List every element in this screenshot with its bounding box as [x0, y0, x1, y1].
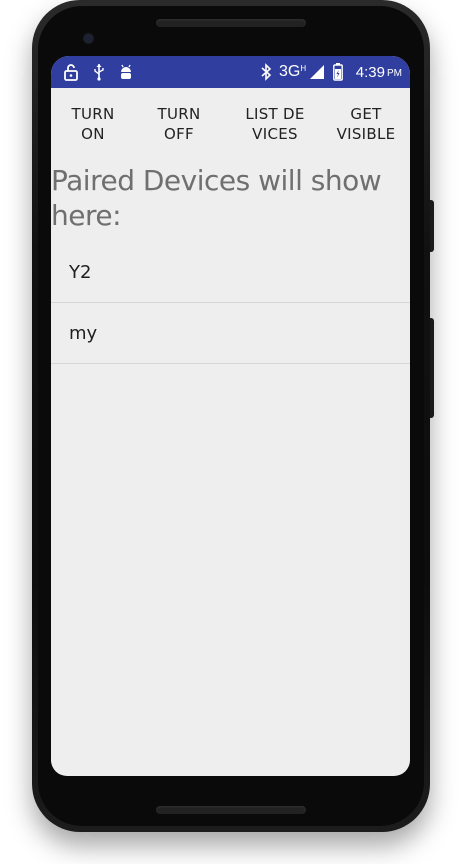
- status-bar: 3G H 4:39 PM: [51, 56, 410, 88]
- paired-devices-list: Y2 my: [51, 242, 410, 364]
- list-devices-button[interactable]: LIST DEVICES: [243, 104, 307, 144]
- clock-ampm: PM: [387, 68, 402, 79]
- get-visible-button[interactable]: GET VISIBLE: [331, 104, 401, 144]
- front-camera: [84, 34, 93, 43]
- volume-button[interactable]: [430, 318, 434, 418]
- android-debug-icon: [115, 56, 137, 88]
- bottom-speaker-grille: [156, 806, 306, 814]
- signal-icon: [309, 56, 325, 88]
- clock-time: 4:39: [355, 63, 385, 81]
- usb-icon: [89, 56, 109, 88]
- app-screen: 3G H 4:39 PM TURN ON TURN OFF LIST DEVICES…: [51, 56, 410, 776]
- action-button-row: TURN ON TURN OFF LIST DEVICES GET VISIBL…: [51, 92, 410, 164]
- network-type-indicator: 3G H: [279, 56, 306, 88]
- network-type-label: 3G: [279, 63, 301, 80]
- turn-off-button[interactable]: TURN OFF: [149, 104, 209, 144]
- list-item[interactable]: Y2: [51, 242, 410, 303]
- paired-devices-heading: Paired Devices will show here:: [51, 164, 382, 232]
- lock-open-icon: [61, 56, 81, 88]
- list-item[interactable]: my: [51, 303, 410, 364]
- battery-icon: [331, 56, 345, 88]
- turn-on-button[interactable]: TURN ON: [63, 104, 123, 144]
- clock: 4:39 PM: [356, 56, 402, 88]
- bluetooth-icon: [258, 56, 274, 88]
- top-speaker-grille: [156, 19, 306, 27]
- power-button[interactable]: [430, 200, 434, 252]
- device-name: Y2: [69, 261, 92, 283]
- device-name: my: [69, 322, 98, 344]
- network-subtype-label: H: [300, 63, 307, 73]
